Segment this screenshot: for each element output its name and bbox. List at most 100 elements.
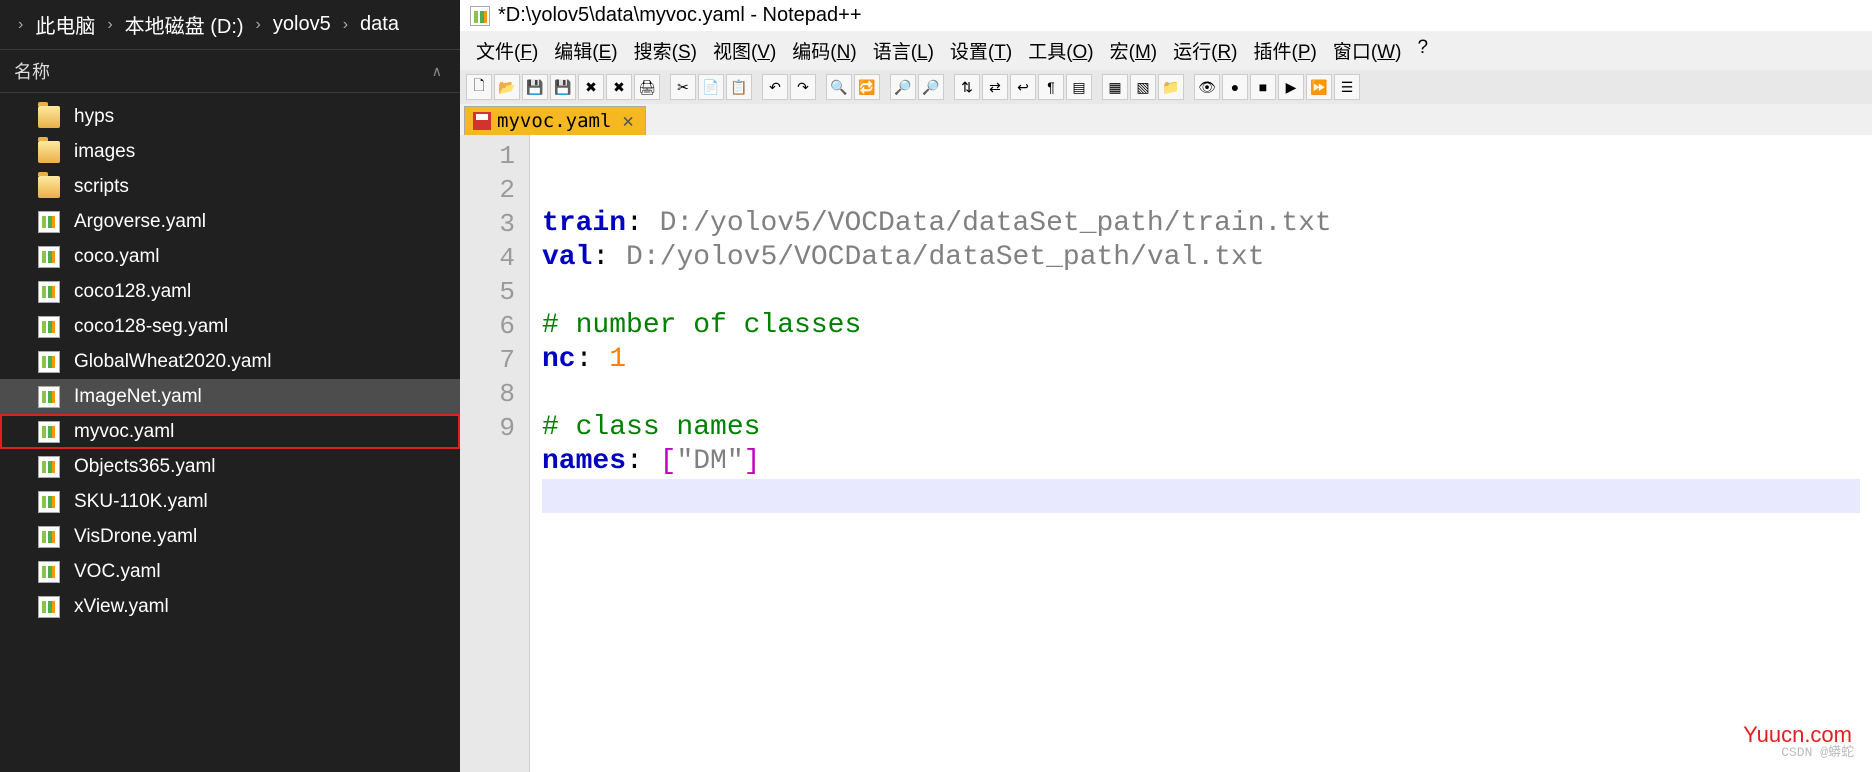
menu-item[interactable]: 工具(O) — [1020, 35, 1101, 66]
open-button[interactable]: 📂 — [494, 74, 520, 100]
hide-button[interactable]: 👁 — [1194, 74, 1220, 100]
menu-item[interactable]: 运行(R) — [1165, 35, 1245, 66]
play-button[interactable]: ▶ — [1278, 74, 1304, 100]
file-name: myvoc.yaml — [74, 421, 174, 443]
menu-item[interactable]: 视图(V) — [705, 35, 784, 66]
code-line[interactable] — [542, 275, 1860, 309]
code-line[interactable]: train: D:/yolov5/VOCData/dataSet_path/tr… — [542, 207, 1860, 241]
menu-item[interactable]: 语言(L) — [865, 35, 942, 66]
menu-item[interactable]: 文件(F) — [468, 35, 546, 66]
file-name: Objects365.yaml — [74, 456, 216, 478]
indent-guide-button[interactable]: ▤ — [1066, 74, 1092, 100]
close-icon[interactable]: ✕ — [619, 110, 636, 132]
file-list: hyps imagesscriptsArgoverse.yaml coco.yaml… — [0, 93, 460, 772]
folder-icon — [38, 106, 60, 128]
sync-h-button[interactable]: ⇄ — [982, 74, 1008, 100]
redo-button[interactable]: ↷ — [790, 74, 816, 100]
line-number: 8 — [464, 377, 515, 411]
print-button[interactable]: 🖨 — [634, 74, 660, 100]
list-item[interactable]: coco.yaml — [0, 239, 460, 274]
breadcrumb-item[interactable]: yolov5 — [267, 11, 337, 38]
list-item[interactable]: SKU-110K.yaml — [0, 484, 460, 519]
play-multi-button[interactable]: ⏩ — [1306, 74, 1332, 100]
list-item[interactable]: xView.yaml — [0, 589, 460, 624]
menu-item[interactable]: 编辑(E) — [546, 35, 625, 66]
code-line[interactable]: # class names — [542, 411, 1860, 445]
folder-button[interactable]: 📁 — [1158, 74, 1184, 100]
chevron-right-icon: › — [337, 16, 354, 34]
code-line[interactable]: # number of classes — [542, 309, 1860, 343]
cut-button[interactable]: ✂ — [670, 74, 696, 100]
code-line[interactable]: names: ["DM"] — [542, 445, 1860, 479]
stop-button[interactable]: ■ — [1250, 74, 1276, 100]
menu-item[interactable]: 编码(N) — [784, 35, 864, 66]
line-number: 4 — [464, 241, 515, 275]
file-name: coco.yaml — [74, 246, 160, 268]
file-name: coco128-seg.yaml — [74, 316, 228, 338]
line-number: 3 — [464, 207, 515, 241]
record-button[interactable]: ● — [1222, 74, 1248, 100]
menu-item[interactable]: 宏(M) — [1102, 35, 1165, 66]
column-header-name[interactable]: 名称 ∧ — [0, 50, 460, 93]
code-line[interactable] — [542, 377, 1860, 411]
fold-button[interactable]: ▦ — [1102, 74, 1128, 100]
file-name: VOC.yaml — [74, 561, 161, 583]
menu-item[interactable]: 设置(T) — [942, 35, 1020, 66]
list-item[interactable]: Argoverse.yaml — [0, 204, 460, 239]
close-button[interactable]: ✖ — [578, 74, 604, 100]
file-icon — [38, 351, 60, 373]
code-line[interactable]: val: D:/yolov5/VOCData/dataSet_path/val.… — [542, 241, 1860, 275]
list-item[interactable]: myvoc.yaml — [0, 414, 460, 449]
window-title: *D:\yolov5\data\myvoc.yaml - Notepad++ — [498, 4, 862, 27]
replace-button[interactable]: 🔁 — [854, 74, 880, 100]
undo-button[interactable]: ↶ — [762, 74, 788, 100]
macros-button[interactable]: ☰ — [1334, 74, 1360, 100]
menu-item[interactable]: 搜索(S) — [626, 35, 705, 66]
tab-myvoc[interactable]: myvoc.yaml ✕ — [464, 106, 646, 135]
list-item[interactable]: scripts — [0, 169, 460, 204]
close-all-button[interactable]: ✖ — [606, 74, 632, 100]
code-line[interactable] — [542, 479, 1860, 513]
list-item[interactable]: Objects365.yaml — [0, 449, 460, 484]
line-number: 6 — [464, 309, 515, 343]
line-number: 1 — [464, 139, 515, 173]
sync-v-button[interactable]: ⇅ — [954, 74, 980, 100]
list-item[interactable]: GlobalWheat2020.yaml — [0, 344, 460, 379]
new-button[interactable]: 🗋 — [466, 74, 492, 100]
menu-item[interactable]: 窗口(W) — [1325, 35, 1410, 66]
file-name: SKU-110K.yaml — [74, 491, 208, 513]
unfold-button[interactable]: ▧ — [1130, 74, 1156, 100]
title-bar: *D:\yolov5\data\myvoc.yaml - Notepad++ — [460, 0, 1872, 31]
list-item[interactable]: ImageNet.yaml — [0, 379, 460, 414]
menu-item[interactable]: 插件(P) — [1246, 35, 1325, 66]
wrap-button[interactable]: ↩ — [1010, 74, 1036, 100]
breadcrumb-item[interactable]: 本地磁盘 (D:) — [119, 8, 250, 41]
find-button[interactable]: 🔍 — [826, 74, 852, 100]
code-line[interactable]: nc: 1 — [542, 343, 1860, 377]
list-item[interactable]: coco128-seg.yaml — [0, 309, 460, 344]
save-all-button[interactable]: 💾 — [550, 74, 576, 100]
file-icon — [38, 211, 60, 233]
toolbar: 🗋📂💾💾✖✖🖨✂📄📋↶↷🔍🔁🔎🔎⇅⇄↩¶▤▦▧📁👁●■▶⏩☰ — [460, 70, 1872, 104]
breadcrumb-item[interactable]: 此电脑 — [29, 8, 101, 41]
zoom-out-button[interactable]: 🔎 — [918, 74, 944, 100]
paste-button[interactable]: 📋 — [726, 74, 752, 100]
save-button[interactable]: 💾 — [522, 74, 548, 100]
breadcrumb-item[interactable]: data — [354, 11, 405, 38]
breadcrumb: › 此电脑 › 本地磁盘 (D:) › yolov5 › data — [0, 0, 460, 50]
list-item[interactable]: VOC.yaml — [0, 554, 460, 589]
file-name: ImageNet.yaml — [74, 386, 202, 408]
editor[interactable]: 123456789 train: D:/yolov5/VOCData/dataS… — [460, 135, 1872, 772]
zoom-in-button[interactable]: 🔎 — [890, 74, 916, 100]
list-item[interactable]: hyps — [0, 99, 460, 134]
list-item[interactable]: coco128.yaml — [0, 274, 460, 309]
list-item[interactable]: VisDrone.yaml — [0, 519, 460, 554]
file-icon — [38, 246, 60, 268]
menu-item[interactable]: ? — [1409, 35, 1436, 66]
all-chars-button[interactable]: ¶ — [1038, 74, 1064, 100]
code-area[interactable]: train: D:/yolov5/VOCData/dataSet_path/tr… — [530, 135, 1872, 772]
copy-button[interactable]: 📄 — [698, 74, 724, 100]
list-item[interactable]: images — [0, 134, 460, 169]
folder-icon — [38, 141, 60, 163]
file-name: hyps — [74, 106, 114, 128]
